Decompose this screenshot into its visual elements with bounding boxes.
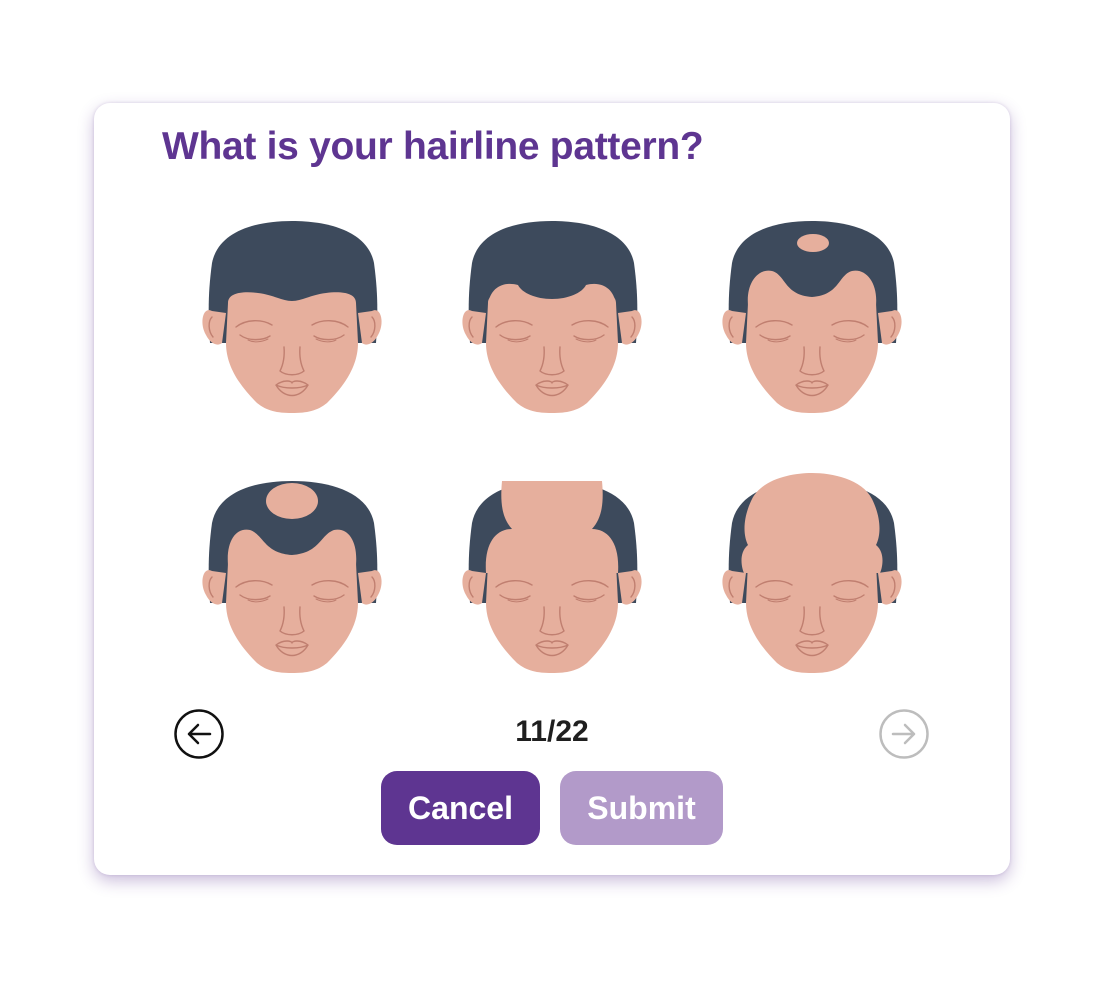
- hairline-option-4[interactable]: [192, 473, 392, 673]
- dialog-title: What is your hairline pattern?: [162, 125, 704, 168]
- arrow-right-circle-icon: [879, 709, 929, 759]
- head-stage-2-icon: [462, 221, 642, 413]
- head-stage-1-icon: [202, 221, 382, 413]
- hairline-dialog: What is your hairline pattern? 11/22 Can…: [94, 103, 1010, 875]
- head-stage-3-icon: [722, 221, 902, 413]
- head-stage-6-icon: [722, 473, 902, 673]
- submit-button[interactable]: Submit: [560, 771, 723, 845]
- head-stage-5-icon: [462, 481, 642, 673]
- hairline-option-1[interactable]: [192, 213, 392, 413]
- hairline-option-3[interactable]: [712, 213, 912, 413]
- arrow-left-circle-icon: [174, 709, 224, 759]
- hairline-option-2[interactable]: [452, 213, 652, 413]
- head-stage-4-icon: [202, 481, 382, 673]
- next-button[interactable]: [879, 709, 929, 759]
- previous-button[interactable]: [174, 709, 224, 759]
- cancel-button[interactable]: Cancel: [381, 771, 540, 845]
- page-counter: 11/22: [515, 715, 589, 748]
- hairline-option-6[interactable]: [712, 473, 912, 673]
- hairline-option-5[interactable]: [452, 473, 652, 673]
